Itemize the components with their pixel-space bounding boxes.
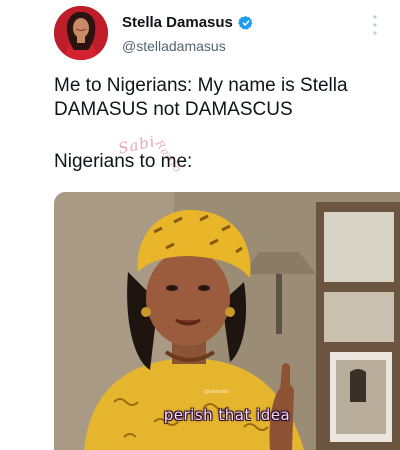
author-name-row: Stella Damasus	[122, 14, 254, 31]
author-display-name[interactable]: Stella Damasus	[122, 14, 233, 31]
more-options-icon[interactable]	[372, 14, 378, 36]
tweet-text-line2: Nigerians to me:	[54, 151, 193, 172]
tweet-media-image[interactable]: @sabiradio perish that idea	[54, 192, 400, 450]
author-avatar[interactable]	[54, 6, 108, 60]
media-small-watermark: @sabiradio	[204, 389, 230, 395]
tweet-card: Stella Damasus @stelladamasus Me to Nige…	[0, 0, 400, 450]
verified-badge-icon	[238, 15, 253, 30]
tweet-text-line1: Me to Nigerians: My name is Stella DAMAS…	[54, 75, 348, 120]
author-handle[interactable]: @stelladamasus	[122, 38, 226, 54]
media-caption: perish that idea	[163, 406, 291, 424]
